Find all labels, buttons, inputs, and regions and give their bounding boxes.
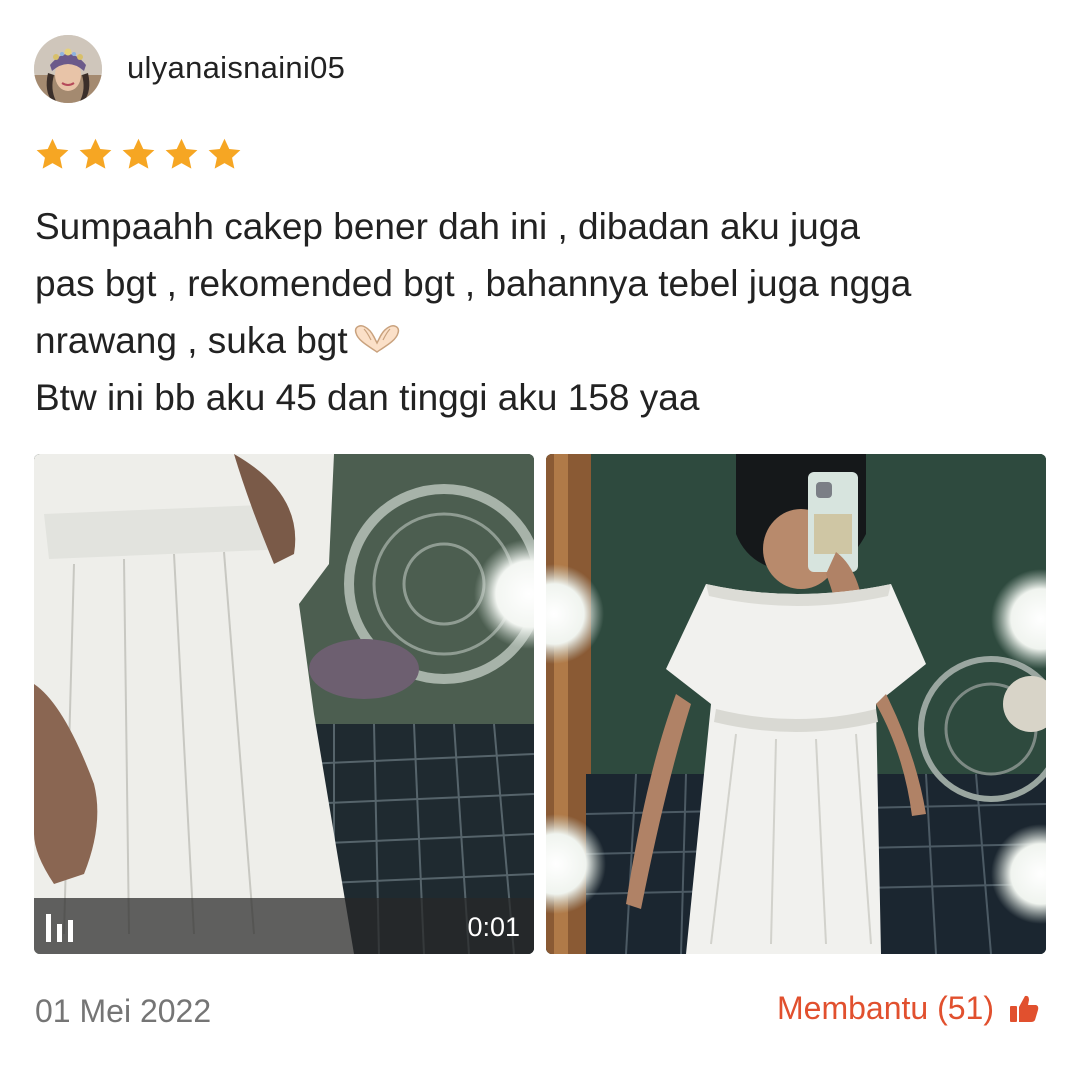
review-text-line: Sumpaahh cakep bener dah ini , dibadan a… <box>35 206 860 247</box>
star-rating <box>33 136 244 173</box>
star-icon <box>208 138 241 169</box>
review-text: Sumpaahh cakep bener dah ini , dibadan a… <box>35 198 1015 426</box>
video-bars-icon <box>46 914 73 942</box>
video-duration: 0:01 <box>467 912 520 942</box>
heart-hands-emoji-icon <box>354 325 399 353</box>
avatar[interactable] <box>34 35 102 103</box>
review-text-line: Btw ini bb aku 45 dan tinggi aku 158 yaa <box>35 377 700 418</box>
review-video-thumbnail[interactable]: 0:01 <box>34 454 534 954</box>
review-photo-thumbnail[interactable] <box>546 454 1046 954</box>
star-icon <box>122 138 155 169</box>
video-overlay-bar: 0:01 <box>34 898 534 954</box>
review-date: 01 Mei 2022 <box>35 993 212 1029</box>
star-icon <box>165 138 198 169</box>
review-text-line: pas bgt , rekomended bgt , bahannya tebe… <box>35 263 912 304</box>
thumbs-up-icon <box>1010 995 1039 1022</box>
username[interactable]: ulyanaisnaini05 <box>127 50 345 86</box>
review-text-line: nrawang , suka bgt <box>35 312 1015 369</box>
photo-image <box>546 454 1046 954</box>
helpful-label: Membantu (51) <box>777 990 994 1026</box>
star-icon <box>79 138 112 169</box>
helpful-button[interactable]: Membantu (51) <box>777 990 1040 1027</box>
video-frame-image <box>34 454 534 954</box>
star-icon <box>36 138 69 169</box>
review-card: ulyanaisnaini05 Sumpaahh cakep bener dah… <box>0 0 1080 1066</box>
